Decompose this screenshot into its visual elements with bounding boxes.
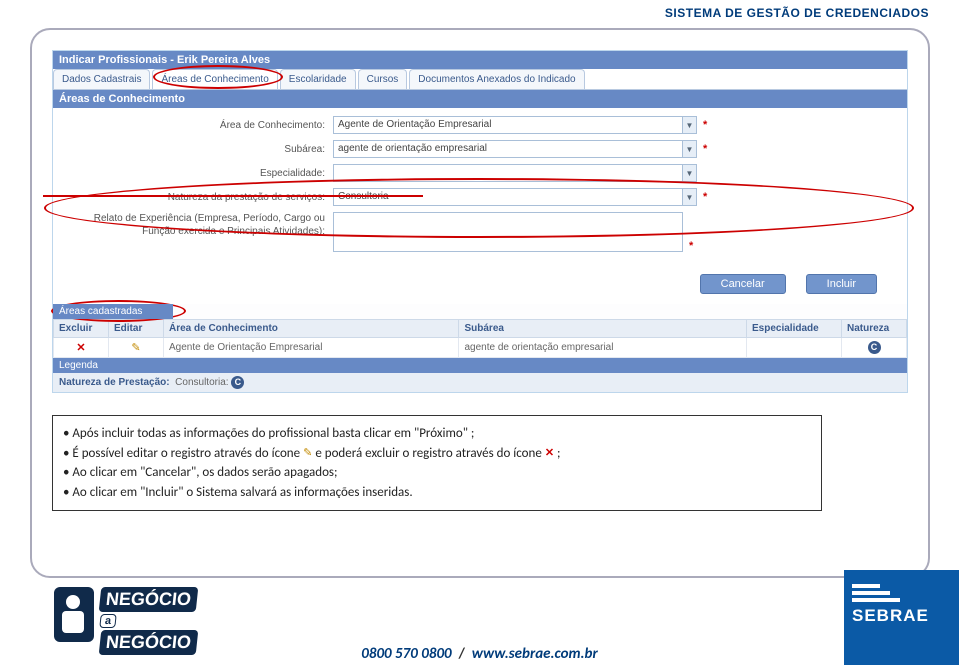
chevron-down-icon[interactable]: ▼	[682, 140, 697, 158]
panel-title-bar: Indicar Profissionais - Erik Pereira Alv…	[53, 51, 907, 69]
instruction-line-3: • Ao clicar em "Cancelar", os dados serã…	[63, 463, 811, 483]
cell-espec	[747, 338, 842, 358]
required-icon: *	[703, 143, 707, 155]
cell-subarea: agente de orientação empresarial	[459, 338, 747, 358]
legend-badge: C	[231, 376, 244, 389]
instructions-box: • Após incluir todas as informações do p…	[52, 415, 822, 511]
col-editar: Editar	[109, 320, 164, 338]
col-subarea: Subárea	[459, 320, 747, 338]
label-relato: Relato de Experiência (Empresa, Período,…	[63, 212, 333, 238]
app-panel: Indicar Profissionais - Erik Pereira Alv…	[52, 50, 908, 393]
label-especialidade: Especialidade:	[63, 168, 333, 179]
label-area: Área de Conhecimento:	[63, 120, 333, 131]
tab-bar: Dados Cadastrais Áreas de Conhecimento E…	[53, 69, 907, 90]
col-area: Área de Conhecimento	[164, 320, 459, 338]
tab-cursos[interactable]: Cursos	[358, 69, 408, 89]
edit-icon: ✎	[303, 445, 312, 462]
areas-table: Excluir Editar Área de Conhecimento Subá…	[53, 319, 907, 358]
col-nat: Natureza	[842, 320, 907, 338]
legend-label: Natureza de Prestação:	[59, 377, 170, 388]
chevron-down-icon[interactable]: ▼	[682, 164, 697, 182]
table-row: ✕ ✎ Agente de Orientação Empresarial age…	[54, 338, 907, 358]
sebrae-bars-icon	[852, 584, 951, 602]
select-subarea[interactable]: agente de orientação empresarial	[333, 140, 683, 158]
footer: 0800 570 0800 / www.sebrae.com.br	[0, 645, 959, 663]
sebrae-logo: SEBRAE	[844, 570, 959, 665]
required-icon: *	[703, 191, 707, 203]
instruction-line-4: • Ao clicar em "Incluir" o Sistema salva…	[63, 483, 811, 503]
select-natureza[interactable]: Consultoria	[333, 188, 683, 206]
edit-icon[interactable]: ✎	[131, 342, 140, 354]
select-area[interactable]: Agente de Orientação Empresarial	[333, 116, 683, 134]
section-header-areas: Áreas de Conhecimento	[53, 90, 907, 108]
footer-url: www.sebrae.com.br	[472, 645, 598, 663]
chevron-down-icon[interactable]: ▼	[682, 116, 697, 134]
tab-escolaridade[interactable]: Escolaridade	[280, 69, 356, 89]
legend-row: Natureza de Prestação: Consultoria: C	[53, 373, 907, 392]
natureza-badge: C	[868, 341, 881, 354]
legend-header: Legenda	[53, 358, 907, 373]
include-button[interactable]: Incluir	[806, 274, 877, 294]
chevron-down-icon[interactable]: ▼	[682, 188, 697, 206]
main-frame: Indicar Profissionais - Erik Pereira Alv…	[30, 28, 930, 578]
col-espec: Especialidade	[747, 320, 842, 338]
logo-text-1: NEGÓCIO	[99, 587, 199, 612]
button-row: Cancelar Incluir	[53, 266, 907, 304]
label-natureza: Natureza da prestação de serviços:	[63, 192, 333, 203]
form-area: Área de Conhecimento: Agente de Orientaç…	[53, 108, 907, 266]
textarea-relato[interactable]	[333, 212, 683, 252]
required-icon: *	[703, 119, 707, 131]
tab-areas-conhecimento[interactable]: Áreas de Conhecimento	[152, 69, 277, 89]
required-icon: *	[689, 240, 693, 252]
delete-icon[interactable]: ✕	[76, 342, 85, 354]
page-header-title: SISTEMA DE GESTÃO DE CREDENCIADOS	[665, 6, 929, 20]
cancel-button[interactable]: Cancelar	[700, 274, 786, 294]
label-subarea: Subárea:	[63, 144, 333, 155]
legend-value: Consultoria:	[175, 377, 228, 388]
annotation-strike-line	[43, 195, 423, 197]
instruction-line-2: • É possível editar o registro através d…	[63, 444, 811, 464]
delete-icon: ✕	[545, 445, 554, 462]
logo-text-2: a	[99, 614, 117, 628]
tab-dados-cadastrais[interactable]: Dados Cadastrais	[53, 69, 150, 89]
sebrae-text: SEBRAE	[852, 606, 951, 626]
footer-separator: /	[458, 645, 464, 663]
instruction-line-1: • Após incluir todas as informações do p…	[63, 424, 811, 444]
tab-documentos[interactable]: Documentos Anexados do Indicado	[409, 69, 584, 89]
table-header-row: Excluir Editar Área de Conhecimento Subá…	[54, 320, 907, 338]
col-excluir: Excluir	[54, 320, 109, 338]
cell-area: Agente de Orientação Empresarial	[164, 338, 459, 358]
areas-cadastradas-header: Áreas cadastradas	[53, 304, 173, 319]
footer-phone: 0800 570 0800	[361, 645, 451, 663]
select-especialidade[interactable]	[333, 164, 683, 182]
